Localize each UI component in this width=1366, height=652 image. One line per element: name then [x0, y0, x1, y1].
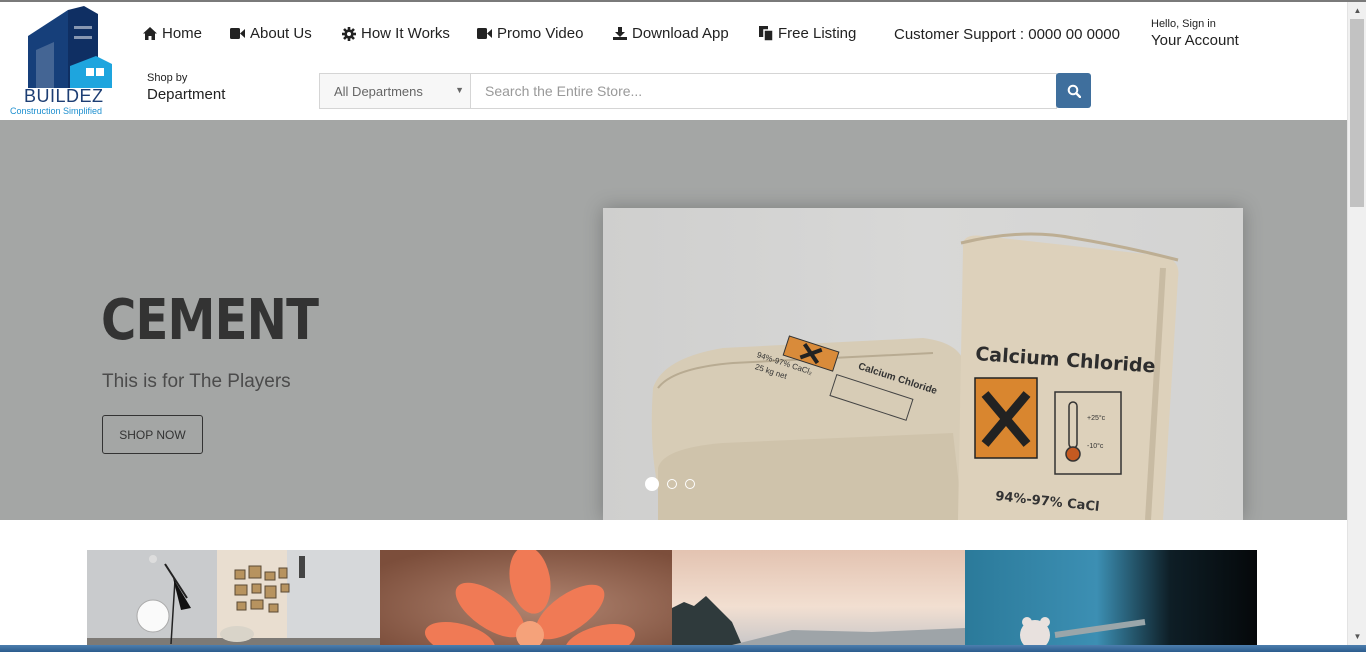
nav-download-app[interactable]: Download App [612, 25, 729, 42]
category-tiles [87, 550, 1257, 645]
department-select-value: All Departmens [334, 84, 423, 99]
category-tile-4[interactable] [964, 550, 1257, 645]
scrollbar-thumb[interactable] [1350, 19, 1364, 207]
download-icon [612, 26, 627, 41]
caret-down-icon: ▼ [455, 85, 464, 95]
shop-now-button[interactable]: SHOP NOW [102, 415, 203, 454]
nav-about-us-label: About Us [250, 25, 312, 42]
interior-image [87, 550, 380, 645]
tools-image [964, 550, 1257, 645]
nav-how-it-works[interactable]: How It Works [341, 25, 450, 42]
scroll-up-arrow-icon[interactable]: ▲ [1348, 2, 1366, 19]
carousel-dot-2[interactable] [667, 479, 677, 489]
hero-product-image: Calcium Chloride 94%-97% CaCl₂ 25 kg net… [603, 208, 1243, 520]
customer-support: Customer Support : 0000 00 0000 [894, 26, 1120, 43]
shop-by-department[interactable]: Shop by Department [147, 72, 225, 103]
os-taskbar [0, 645, 1366, 652]
carousel-dot-1[interactable] [645, 477, 659, 491]
nav-about-us[interactable]: About Us [230, 25, 312, 42]
temp-low: -10°c [1087, 442, 1104, 450]
gear-icon [341, 26, 356, 41]
logo[interactable]: BUILDEZ Construction Simplified [10, 6, 115, 118]
nav-free-listing-label: Free Listing [778, 25, 857, 42]
top-border [0, 0, 1366, 2]
vertical-scrollbar[interactable]: ▲ ▼ [1347, 2, 1366, 645]
home-icon [142, 26, 157, 41]
page: BUILDEZ Construction Simplified Home Abo… [0, 0, 1366, 652]
copy-icon [758, 26, 773, 41]
category-tile-3[interactable] [672, 550, 965, 645]
account-label: Your Account [1151, 32, 1239, 49]
search-input[interactable] [470, 73, 1057, 109]
nav-download-app-label: Download App [632, 25, 729, 42]
carousel-dots [645, 477, 695, 491]
search-icon [1067, 84, 1081, 98]
category-tile-2[interactable] [379, 550, 672, 645]
nav-home-label: Home [162, 25, 203, 42]
brand-tagline: Construction Simplified [10, 106, 103, 116]
video-camera-icon [477, 26, 492, 41]
cement-bags-illustration: Calcium Chloride 94%-97% CaCl₂ 25 kg net… [651, 232, 1179, 520]
temp-high: +25°c [1087, 414, 1106, 422]
carousel-dot-3[interactable] [685, 479, 695, 489]
scroll-down-arrow-icon[interactable]: ▼ [1348, 628, 1366, 645]
account-greeting: Hello, Sign in [1151, 18, 1216, 30]
search-button[interactable] [1056, 73, 1091, 108]
shop-by-label: Shop by [147, 72, 188, 84]
account-link[interactable]: Hello, Sign in Your Account [1151, 18, 1239, 49]
hero-title: CEMENT [101, 288, 319, 353]
category-tile-1[interactable] [87, 550, 380, 645]
video-camera-icon [230, 26, 245, 41]
brand-name: BUILDEZ [24, 86, 104, 106]
landscape-image [672, 550, 965, 645]
nav-free-listing[interactable]: Free Listing [758, 25, 856, 42]
nav-promo-video-label: Promo Video [497, 25, 584, 42]
nav-how-it-works-label: How It Works [361, 25, 450, 42]
hero-banner: CEMENT This is for The Players SHOP NOW … [0, 120, 1347, 520]
nav-promo-video[interactable]: Promo Video [477, 25, 583, 42]
nav-home[interactable]: Home [142, 25, 202, 42]
hero-subtitle: This is for The Players [102, 371, 291, 392]
department-label: Department [147, 86, 226, 103]
logo-building-icon [28, 6, 112, 88]
department-select[interactable]: All Departmens ▼ [319, 73, 470, 109]
flower-image [379, 550, 672, 645]
